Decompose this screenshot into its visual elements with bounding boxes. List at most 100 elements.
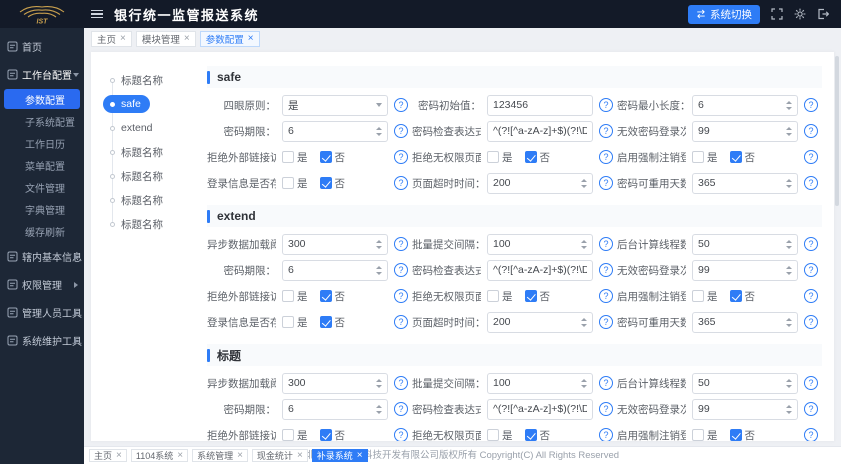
checkbox[interactable]: [487, 290, 499, 302]
help-icon[interactable]: ?: [599, 98, 613, 112]
checkbox-option[interactable]: 否: [730, 289, 756, 304]
help-icon[interactable]: ?: [394, 376, 408, 390]
help-icon[interactable]: ?: [394, 263, 408, 277]
checkbox[interactable]: [525, 290, 537, 302]
checkbox[interactable]: [730, 429, 742, 441]
help-icon[interactable]: ?: [804, 98, 818, 112]
field-input[interactable]: 300: [282, 373, 388, 394]
checkbox-option[interactable]: 否: [525, 150, 551, 165]
logout-icon[interactable]: [817, 8, 829, 20]
fullscreen-icon[interactable]: [771, 8, 783, 20]
tree-item[interactable]: extend: [91, 116, 207, 140]
checkbox-option[interactable]: 否: [320, 176, 346, 191]
close-icon[interactable]: ×: [237, 451, 243, 461]
help-icon[interactable]: ?: [804, 150, 818, 164]
sidebar-item-管理人员工具[interactable]: 管理人员工具: [0, 298, 84, 326]
checkbox-option[interactable]: 是: [282, 176, 308, 191]
sidebar-item-系统维护工具[interactable]: 系统维护工具: [0, 326, 84, 354]
sidebar-subitem-子系统配置[interactable]: 子系统配置: [0, 110, 84, 132]
stepper-arrows[interactable]: [786, 379, 792, 388]
tree-item[interactable]: 标题名称: [91, 140, 207, 164]
stepper-arrows[interactable]: [786, 127, 792, 136]
checkbox[interactable]: [320, 316, 332, 328]
help-icon[interactable]: ?: [599, 176, 613, 190]
tab-现金统计[interactable]: 现金统计 ×: [252, 449, 308, 462]
field-input[interactable]: 50: [692, 373, 798, 394]
checkbox[interactable]: [487, 429, 499, 441]
stepper-arrows[interactable]: [786, 405, 792, 414]
checkbox[interactable]: [282, 429, 294, 441]
sidebar-item-工作台配置[interactable]: 工作台配置: [0, 60, 84, 88]
help-icon[interactable]: ?: [599, 237, 613, 251]
field-input[interactable]: 123456: [487, 95, 593, 116]
field-input[interactable]: 365: [692, 173, 798, 194]
checkbox-option[interactable]: 是: [282, 150, 308, 165]
close-icon[interactable]: ×: [297, 451, 303, 461]
tree-item[interactable]: 标题名称: [91, 188, 207, 212]
help-icon[interactable]: ?: [599, 150, 613, 164]
sidebar-subitem-参数配置[interactable]: 参数配置: [4, 89, 80, 109]
stepper-arrows[interactable]: [786, 101, 792, 110]
checkbox[interactable]: [320, 151, 332, 163]
field-input[interactable]: 200: [487, 173, 593, 194]
checkbox-option[interactable]: 是: [692, 289, 718, 304]
checkbox[interactable]: [730, 290, 742, 302]
field-input[interactable]: 是: [282, 95, 388, 116]
help-icon[interactable]: ?: [599, 124, 613, 138]
close-icon[interactable]: ×: [357, 451, 363, 461]
help-icon[interactable]: ?: [394, 124, 408, 138]
chevron-down-icon[interactable]: [376, 103, 382, 107]
field-input[interactable]: 365: [692, 312, 798, 333]
checkbox-option[interactable]: 是: [487, 150, 513, 165]
checkbox[interactable]: [692, 429, 704, 441]
close-icon[interactable]: ×: [116, 451, 122, 461]
checkbox-option[interactable]: 否: [320, 289, 346, 304]
checkbox-option[interactable]: 是: [487, 289, 513, 304]
stepper-arrows[interactable]: [376, 240, 382, 249]
tree-item[interactable]: 标题名称: [91, 164, 207, 188]
tree-item[interactable]: safe: [91, 92, 207, 116]
close-icon[interactable]: ×: [177, 451, 183, 461]
tab-系统管理[interactable]: 系统管理 ×: [192, 449, 248, 462]
checkbox[interactable]: [525, 151, 537, 163]
help-icon[interactable]: ?: [599, 402, 613, 416]
field-input[interactable]: ^(?![^a-zA-z]+$)(?!\D+$)[0-9A-Za-z]{6,20…: [487, 260, 593, 281]
help-icon[interactable]: ?: [804, 237, 818, 251]
tab-参数配置[interactable]: 参数配置 ×: [200, 31, 260, 47]
stepper-arrows[interactable]: [786, 240, 792, 249]
field-input[interactable]: 99: [692, 399, 798, 420]
field-input[interactable]: 50: [692, 234, 798, 255]
help-icon[interactable]: ?: [804, 124, 818, 138]
tree-item[interactable]: 标题名称: [91, 68, 207, 92]
checkbox-option[interactable]: 是: [282, 428, 308, 442]
stepper-arrows[interactable]: [581, 179, 587, 188]
checkbox[interactable]: [692, 151, 704, 163]
sidebar-item-权限管理[interactable]: 权限管理: [0, 270, 84, 298]
checkbox[interactable]: [730, 151, 742, 163]
stepper-arrows[interactable]: [786, 179, 792, 188]
stepper-arrows[interactable]: [376, 405, 382, 414]
close-icon[interactable]: ×: [184, 34, 190, 44]
field-input[interactable]: 200: [487, 312, 593, 333]
sidebar-item-辖内基本信息[interactable]: 辖内基本信息: [0, 242, 84, 270]
stepper-arrows[interactable]: [581, 379, 587, 388]
help-icon[interactable]: ?: [394, 402, 408, 416]
checkbox-option[interactable]: 是: [692, 150, 718, 165]
checkbox[interactable]: [525, 429, 537, 441]
sidebar-subitem-工作日历[interactable]: 工作日历: [0, 132, 84, 154]
help-icon[interactable]: ?: [394, 176, 408, 190]
help-icon[interactable]: ?: [804, 289, 818, 303]
tab-主页[interactable]: 主页 ×: [91, 31, 132, 47]
help-icon[interactable]: ?: [394, 150, 408, 164]
stepper-arrows[interactable]: [786, 318, 792, 327]
checkbox[interactable]: [282, 290, 294, 302]
checkbox[interactable]: [692, 290, 704, 302]
sidebar-subitem-菜单配置[interactable]: 菜单配置: [0, 154, 84, 176]
help-icon[interactable]: ?: [394, 289, 408, 303]
tree-item[interactable]: 标题名称: [91, 212, 207, 236]
field-input[interactable]: 300: [282, 234, 388, 255]
checkbox[interactable]: [320, 290, 332, 302]
checkbox[interactable]: [282, 316, 294, 328]
tab-补录系统[interactable]: 补录系统 ×: [312, 449, 368, 462]
stepper-arrows[interactable]: [786, 266, 792, 275]
